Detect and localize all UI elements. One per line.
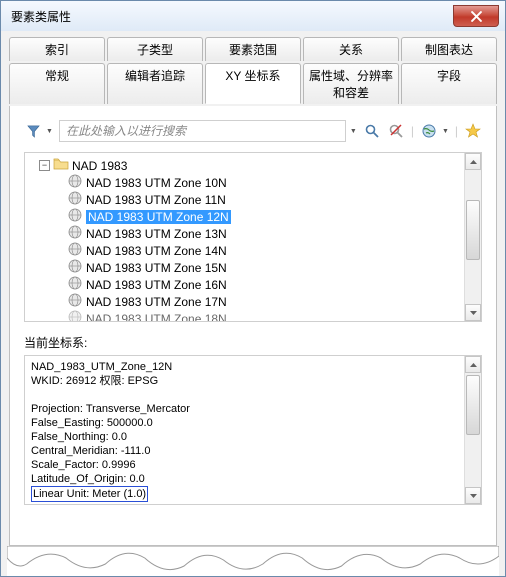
toolbar: ▼ ▼ | ▼ |	[24, 120, 482, 142]
globe-tool-button[interactable]	[420, 122, 438, 140]
torn-edge	[7, 546, 499, 576]
tree-item-label: NAD 1983 UTM Zone 14N	[86, 244, 227, 258]
tab-general[interactable]: 常规	[9, 63, 105, 104]
globe-tool-icon	[421, 123, 437, 139]
tree-scrollbar[interactable]	[464, 153, 481, 321]
tab-extent[interactable]: 要素范围	[205, 37, 301, 61]
clear-button[interactable]	[387, 122, 405, 140]
tree-item-label: NAD 1983 UTM Zone 11N	[86, 193, 226, 207]
tab-fields[interactable]: 字段	[401, 63, 497, 104]
chevron-up-icon	[470, 160, 477, 164]
details-line: Scale_Factor: 0.9996	[31, 458, 458, 472]
collapse-icon[interactable]: −	[39, 160, 50, 171]
tree-item-label: NAD 1983 UTM Zone 16N	[86, 278, 227, 292]
tab-xy-coord[interactable]: XY 坐标系	[205, 63, 301, 104]
star-icon	[465, 123, 481, 139]
scroll-track[interactable]	[465, 373, 481, 487]
search-input[interactable]	[59, 120, 346, 142]
tree-item-label: NAD 1983 UTM Zone 18N	[86, 312, 227, 322]
tree-item[interactable]: NAD 1983 UTM Zone 18N	[25, 310, 464, 321]
details-line: Projection: Transverse_Mercator	[31, 402, 458, 416]
details-line: False_Northing: 0.0	[31, 430, 458, 444]
dialog-window: 要素类属性 索引 子类型 要素范围 关系 制图表达 常规 编辑者追踪 XY 坐标…	[0, 0, 506, 577]
details-line	[31, 388, 458, 402]
details-highlight: Linear Unit: Meter (1.0)	[31, 486, 458, 502]
dialog-content: 索引 子类型 要素范围 关系 制图表达 常规 编辑者追踪 XY 坐标系 属性域、…	[1, 31, 505, 576]
tab-panel: ▼ ▼ | ▼ |	[9, 106, 497, 546]
details-scrollbar[interactable]	[464, 356, 481, 504]
favorite-button[interactable]	[464, 122, 482, 140]
chevron-down-icon	[470, 311, 477, 315]
tree-root-row[interactable]: − NAD 1983	[25, 157, 464, 174]
details-box: NAD_1983_UTM_Zone_12N WKID: 26912 权限: EP…	[24, 355, 482, 505]
scroll-thumb[interactable]	[466, 375, 480, 435]
tree-item-selected[interactable]: NAD 1983 UTM Zone 12N	[25, 208, 464, 225]
tree-root-label: NAD 1983	[72, 159, 127, 173]
tab-subtype[interactable]: 子类型	[107, 37, 203, 61]
scroll-track[interactable]	[465, 170, 481, 304]
chevron-down-icon	[470, 494, 477, 498]
tree-item-label: NAD 1983 UTM Zone 13N	[86, 227, 227, 241]
tree-item-label: NAD 1983 UTM Zone 17N	[86, 295, 227, 309]
search-button[interactable]	[363, 122, 381, 140]
current-coord-label: 当前坐标系:	[24, 334, 482, 351]
tree-item[interactable]: NAD 1983 UTM Zone 14N	[25, 242, 464, 259]
coord-tree: − NAD 1983 NAD 1983 UTM Zone 10N NAD 198…	[24, 152, 482, 322]
tree-item-label: NAD 1983 UTM Zone 12N	[86, 210, 231, 224]
tab-index[interactable]: 索引	[9, 37, 105, 61]
tree-item[interactable]: NAD 1983 UTM Zone 10N	[25, 174, 464, 191]
tab-cartography[interactable]: 制图表达	[401, 37, 497, 61]
scroll-down-button[interactable]	[465, 304, 481, 321]
tab-editor-tracking[interactable]: 编辑者追踪	[107, 63, 203, 104]
tree-content: − NAD 1983 NAD 1983 UTM Zone 10N NAD 198…	[25, 153, 464, 321]
details-content: NAD_1983_UTM_Zone_12N WKID: 26912 权限: EP…	[25, 356, 464, 504]
filter-button[interactable]	[24, 122, 42, 140]
details-line: NAD_1983_UTM_Zone_12N	[31, 360, 458, 374]
clear-icon	[388, 123, 404, 139]
details-line: Central_Meridian: -111.0	[31, 444, 458, 458]
tree-item[interactable]: NAD 1983 UTM Zone 17N	[25, 293, 464, 310]
scroll-up-button[interactable]	[465, 153, 481, 170]
search-icon	[364, 123, 380, 139]
tab-domain-res[interactable]: 属性域、分辨率和容差	[303, 63, 399, 104]
titlebar: 要素类属性	[1, 1, 505, 31]
details-line: Latitude_Of_Origin: 0.0	[31, 472, 458, 486]
tree-item[interactable]: NAD 1983 UTM Zone 16N	[25, 276, 464, 293]
tree-item-label: NAD 1983 UTM Zone 10N	[86, 176, 227, 190]
tab-relation[interactable]: 关系	[303, 37, 399, 61]
tree-item[interactable]: NAD 1983 UTM Zone 15N	[25, 259, 464, 276]
chevron-down-icon[interactable]: ▼	[442, 128, 449, 135]
close-icon	[471, 11, 482, 22]
tree-item-label: NAD 1983 UTM Zone 15N	[86, 261, 227, 275]
globe-icon	[67, 309, 83, 321]
chevron-up-icon	[470, 363, 477, 367]
filter-icon	[26, 124, 41, 139]
window-title: 要素类属性	[11, 8, 71, 25]
scroll-thumb[interactable]	[466, 200, 480, 260]
details-line: False_Easting: 500000.0	[31, 416, 458, 430]
tree-item[interactable]: NAD 1983 UTM Zone 13N	[25, 225, 464, 242]
chevron-down-icon[interactable]: ▼	[350, 128, 357, 135]
details-line: WKID: 26912 权限: EPSG	[31, 374, 458, 388]
scroll-up-button[interactable]	[465, 356, 481, 373]
close-button[interactable]	[453, 5, 499, 27]
tab-row-1: 索引 子类型 要素范围 关系 制图表达	[9, 37, 497, 61]
scroll-down-button[interactable]	[465, 487, 481, 504]
tree-item[interactable]: NAD 1983 UTM Zone 11N	[25, 191, 464, 208]
tab-row-2: 常规 编辑者追踪 XY 坐标系 属性域、分辨率和容差 字段	[9, 63, 497, 104]
chevron-down-icon[interactable]: ▼	[46, 128, 53, 135]
